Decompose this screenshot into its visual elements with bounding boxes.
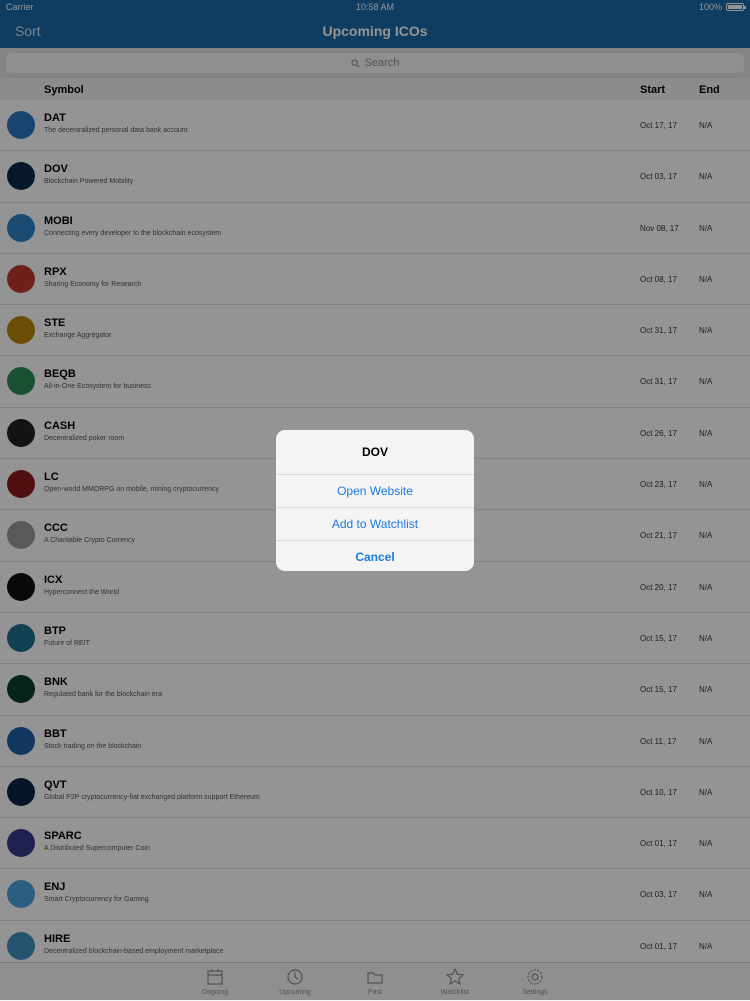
add-to-watchlist-button[interactable]: Add to Watchlist [276,508,474,541]
cancel-button[interactable]: Cancel [276,541,474,571]
action-alert: DOV Open Website Add to Watchlist Cancel [276,430,474,571]
open-website-button[interactable]: Open Website [276,475,474,508]
alert-title: DOV [276,430,474,475]
